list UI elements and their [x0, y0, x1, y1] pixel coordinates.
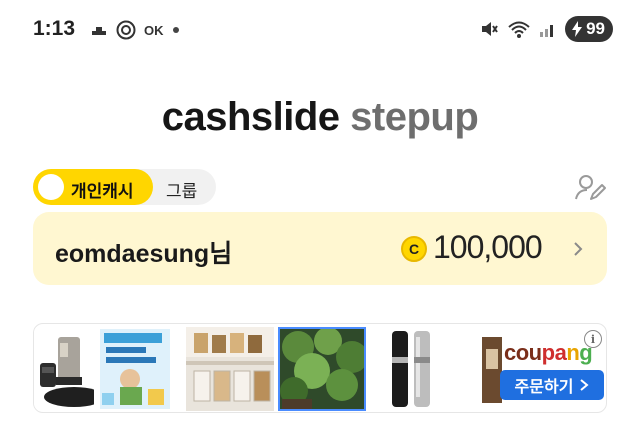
ad-product-pepper-grinders[interactable]: [370, 327, 458, 411]
charging-icon: [572, 21, 583, 37]
order-button-label: 주문하기: [514, 379, 574, 396]
tab-group[interactable]: 그룹: [166, 177, 197, 202]
ad-product-plant[interactable]: [278, 327, 366, 411]
wifi-icon: [508, 21, 530, 38]
status-right-icons: 99: [479, 16, 613, 42]
app-title-main: cashslide: [161, 95, 340, 139]
app-title-sub: stepup: [350, 95, 479, 139]
ad-product-storage-containers[interactable]: [186, 327, 274, 411]
tab-personal-cash[interactable]: 개인캐시: [33, 169, 153, 205]
status-bar: 1:13 OK 99: [0, 0, 640, 60]
cloud-icon: [92, 27, 106, 35]
cash-type-toggle: 개인캐시 그룹: [33, 169, 216, 205]
tab-personal-label: 개인캐시: [71, 182, 134, 201]
ad-product-book[interactable]: [94, 327, 182, 411]
chevron-right-icon: [580, 379, 589, 391]
cash-balance: 100,000: [433, 229, 543, 265]
account-balance-card[interactable]: eomdaesung님 C 100,000: [33, 212, 607, 285]
order-button[interactable]: 주문하기: [500, 370, 604, 400]
coupang-ad[interactable]: i coupang 주문하기: [496, 324, 606, 412]
battery-indicator: 99: [565, 16, 613, 42]
chevron-right-icon: [574, 242, 583, 256]
status-left-icons: OK: [90, 18, 180, 42]
coupang-logo: coupang: [504, 340, 593, 365]
dot-icon: [172, 27, 179, 33]
mute-icon: [482, 22, 498, 36]
app-title: cashslide stepup: [0, 95, 640, 140]
battery-level: 99: [586, 19, 605, 38]
status-time: 1:13: [33, 17, 76, 40]
coin-icon: C: [401, 236, 427, 262]
ok-status-label: OK: [144, 22, 164, 38]
toggle-knob: [38, 174, 64, 200]
signal-icon: [540, 25, 554, 37]
username: eomdaesung님: [55, 240, 233, 268]
product-ad-banner[interactable]: i coupang 주문하기: [33, 323, 607, 413]
vpn-icon: [116, 20, 136, 40]
edit-profile-icon[interactable]: [573, 171, 607, 205]
